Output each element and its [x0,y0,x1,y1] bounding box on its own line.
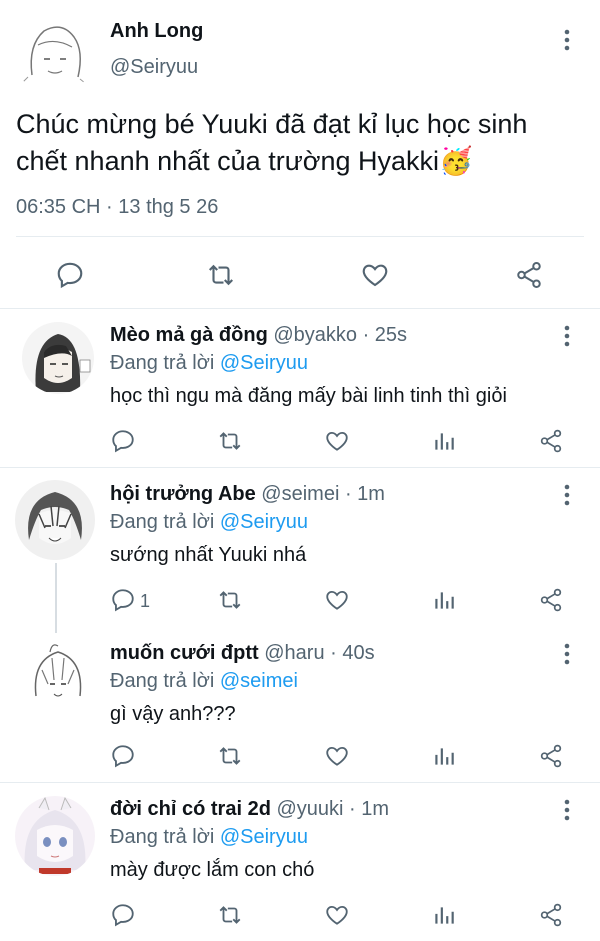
party-emoji: 🥳 [439,146,473,176]
avatar[interactable] [22,640,94,712]
avatar[interactable] [22,322,94,394]
author-name[interactable]: Anh Long [110,20,203,43]
replying-to: Đang trả lời @seimei [110,670,298,693]
divider [0,782,600,783]
more-vertical-icon[interactable] [555,28,579,52]
tweet-text-line2-row: chết nhanh nhất của trường Hyakki🥳 [16,145,473,177]
analytics-icon[interactable] [431,743,457,769]
share-icon[interactable] [538,587,564,613]
author-handle[interactable]: @Seiryuu [110,56,198,79]
reply-display-name[interactable]: đời chỉ có trai 2d [110,798,271,820]
retweet-icon[interactable] [217,428,243,454]
replying-prefix: Đang trả lời [110,670,215,692]
reply-display-name[interactable]: muốn cưới đptt [110,642,259,664]
share-icon[interactable] [538,428,564,454]
retweet-icon[interactable] [217,587,243,613]
reply-icon[interactable] [55,260,85,290]
retweet-icon[interactable] [217,902,243,928]
reply-display-name[interactable]: hội trưởng Abe [110,483,256,505]
more-vertical-icon[interactable] [555,798,579,822]
replying-prefix: Đang trả lời [110,352,215,374]
replying-mention[interactable]: @Seiryuu [220,826,308,848]
tweet-text-line1: Chúc mừng bé Yuuki đã đạt kỉ lục học sin… [16,109,528,139]
reply-handle-time[interactable]: @seimei · 1m [261,483,385,505]
more-vertical-icon[interactable] [555,642,579,666]
replying-mention[interactable]: @seimei [220,670,298,692]
reply-icon[interactable] [110,902,136,928]
like-icon[interactable] [324,902,350,928]
divider [0,467,600,468]
avatar[interactable] [15,480,95,560]
like-icon[interactable] [324,428,350,454]
avatar[interactable] [15,796,95,876]
reply-author[interactable]: Mèo mả gà đồng @byakko · 25s [110,324,407,347]
reply-handle-time[interactable]: @yuuki · 1m [276,798,389,820]
reply-author[interactable]: hội trưởng Abe @seimei · 1m [110,483,385,506]
share-icon[interactable] [514,260,544,290]
reply-count: 1 [140,591,151,611]
share-icon[interactable] [538,743,564,769]
reply-display-name[interactable]: Mèo mả gà đồng [110,324,268,346]
divider [0,308,600,309]
replying-to: Đang trả lời @Seiryuu [110,352,308,375]
analytics-icon[interactable] [431,587,457,613]
retweet-icon[interactable] [206,260,236,290]
reply-text: học thì ngu mà đăng mấy bài linh tinh th… [110,385,507,407]
reply-icon[interactable] [110,428,136,454]
like-icon[interactable] [324,587,350,613]
thread-line [55,563,57,633]
share-icon[interactable] [538,902,564,928]
replying-prefix: Đang trả lời [110,826,215,848]
reply-handle-time[interactable]: @haru · 40s [264,642,374,664]
like-icon[interactable] [324,743,350,769]
tweet-text-line2: chết nhanh nhất của trường Hyakki [16,146,440,176]
avatar[interactable] [14,15,94,95]
reply-text: mày được lắm con chó [110,859,315,881]
reply-text: gì vậy anh??? [110,703,236,725]
like-icon[interactable] [360,260,390,290]
reply-handle-time[interactable]: @byakko · 25s [273,324,407,346]
replying-to: Đang trả lời @Seiryuu [110,511,308,534]
replying-to: Đang trả lời @Seiryuu [110,826,308,849]
reply-icon[interactable] [110,743,136,769]
replying-prefix: Đang trả lời [110,511,215,533]
reply-text: sướng nhất Yuuki nhá [110,544,307,566]
more-vertical-icon[interactable] [555,324,579,348]
analytics-icon[interactable] [431,902,457,928]
replying-mention[interactable]: @Seiryuu [220,352,308,374]
tweet-timestamp[interactable]: 06:35 CH · 13 thg 5 26 [16,196,218,219]
analytics-icon[interactable] [431,428,457,454]
reply-icon[interactable] [110,587,136,613]
replying-mention[interactable]: @Seiryuu [220,511,308,533]
reply-author[interactable]: đời chỉ có trai 2d @yuuki · 1m [110,798,389,821]
reply-author[interactable]: muốn cưới đptt @haru · 40s [110,642,375,665]
retweet-icon[interactable] [217,743,243,769]
more-vertical-icon[interactable] [555,483,579,507]
divider [16,236,584,237]
